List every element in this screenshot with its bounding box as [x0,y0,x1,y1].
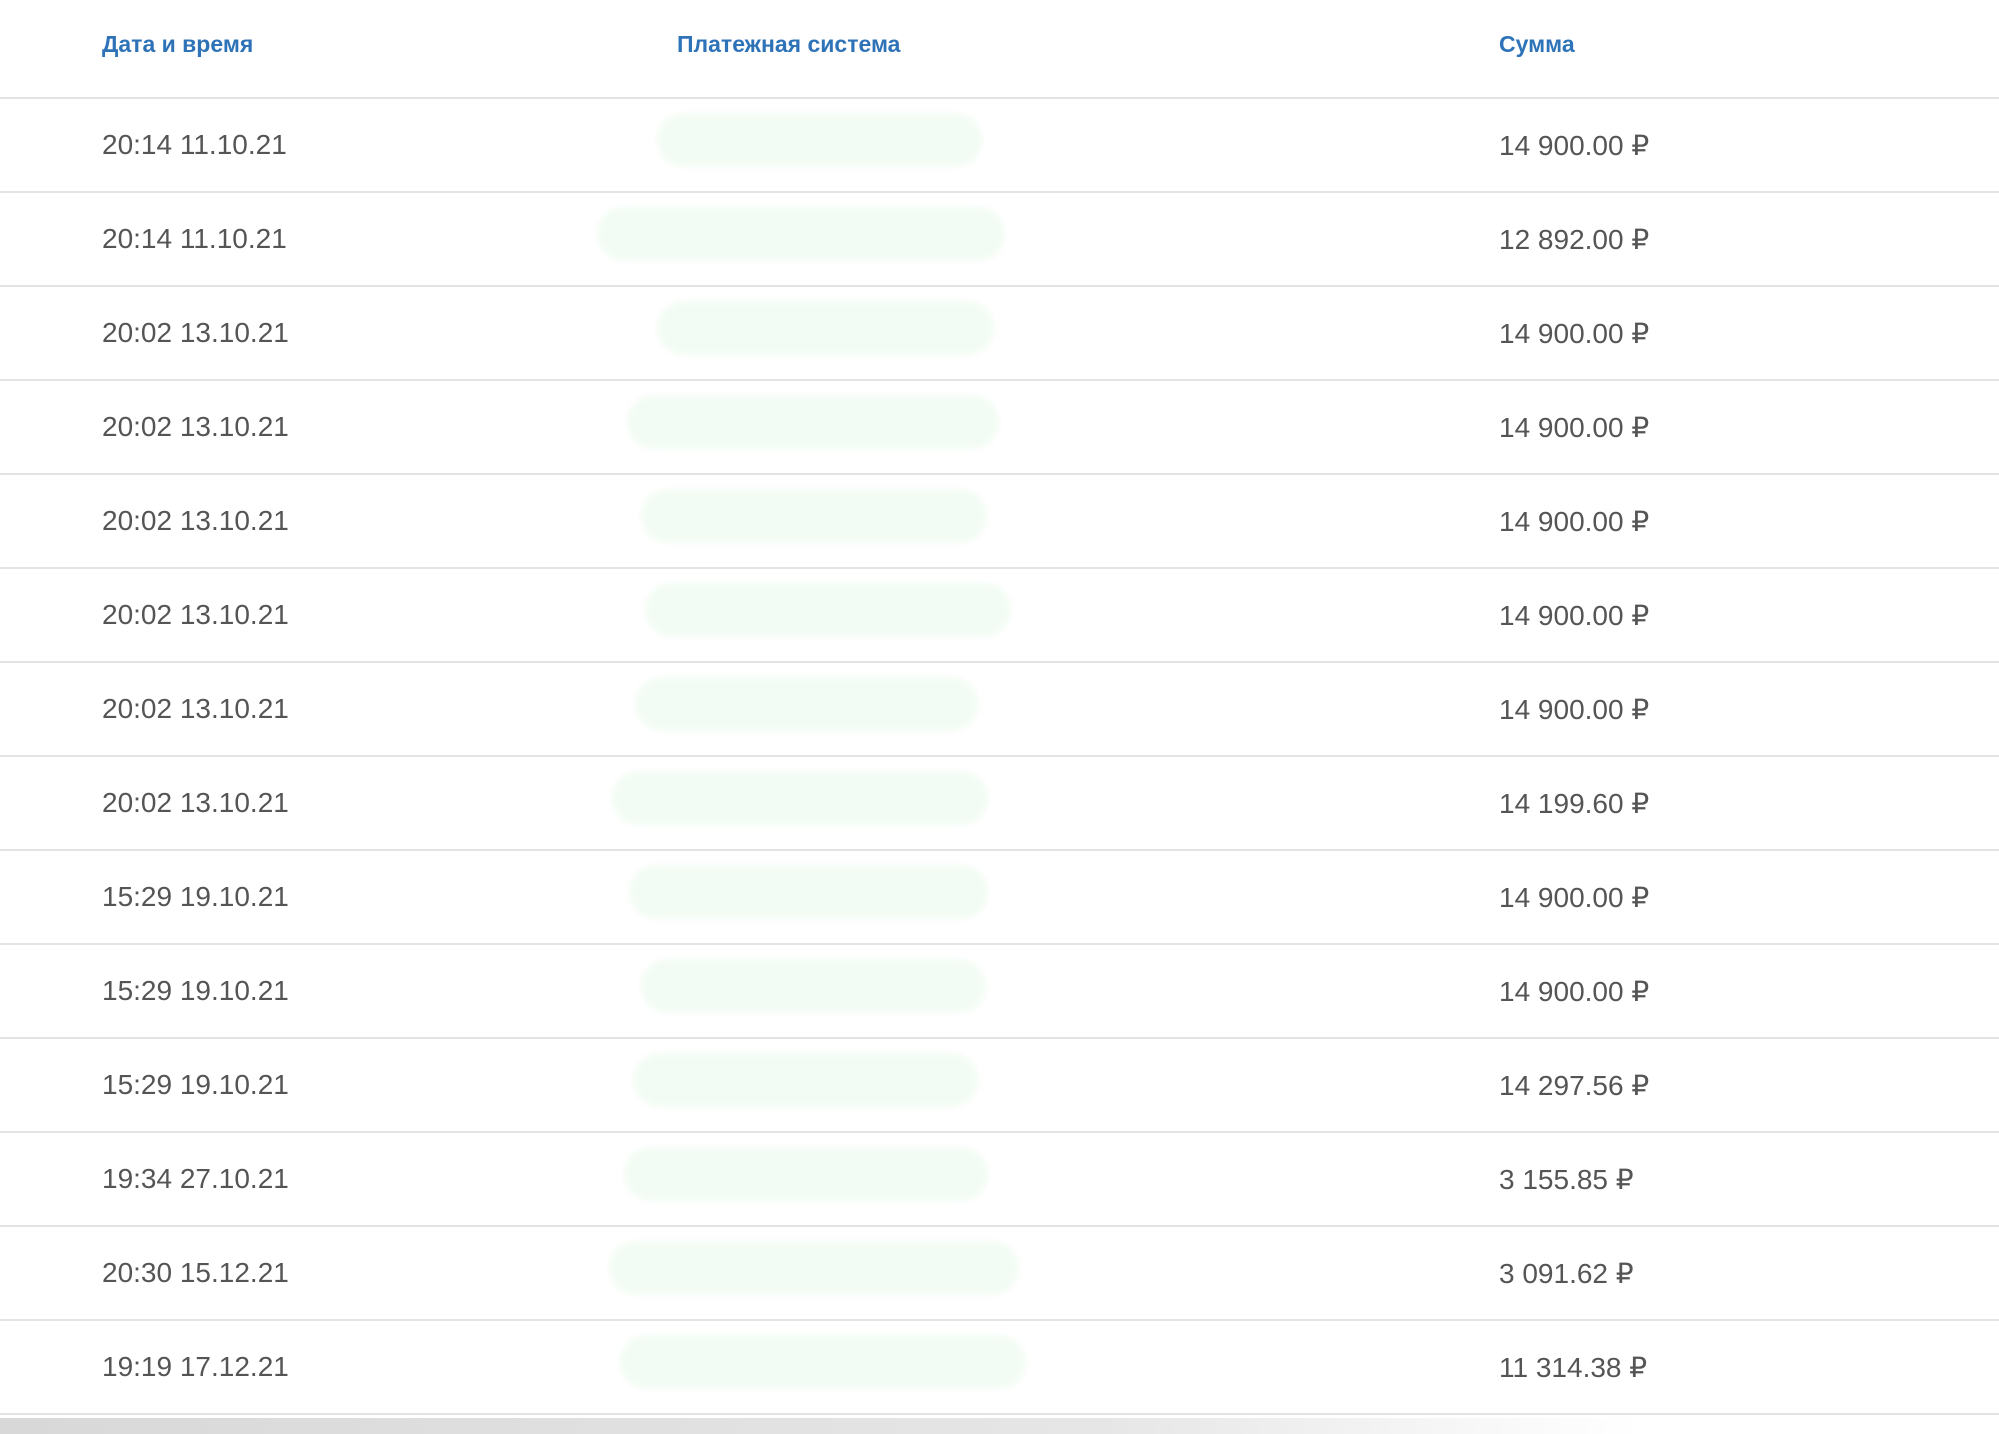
table-row: 20:02 13.10.21 14 199.60 ₽ [0,757,1999,851]
cell-payment-system-redacted [641,489,987,543]
cell-date: 15:29 19.10.21 [102,1069,289,1100]
cell-payment-system-redacted [629,865,988,919]
cell-payment-system-redacted [633,1053,978,1107]
table-body: 20:14 11.10.21 14 900.00 ₽ 20:14 11.10.21 1… [0,99,1999,1415]
cell-amount: 12 892.00 ₽ [1499,224,1650,255]
cell-amount: 14 900.00 ₽ [1499,506,1650,537]
table-row: 20:02 13.10.21 14 900.00 ₽ [0,475,1999,569]
cell-date: 20:30 15.12.21 [102,1257,289,1288]
table-row: 20:02 13.10.21 14 900.00 ₽ [0,663,1999,757]
cell-amount: 14 900.00 ₽ [1499,882,1650,913]
cell-date: 15:29 19.10.21 [102,975,289,1006]
cell-amount: 14 900.00 ₽ [1499,976,1650,1007]
table-row: 20:02 13.10.21 14 900.00 ₽ [0,381,1999,475]
cell-payment-system-redacted [597,207,1005,261]
cell-date: 20:02 13.10.21 [102,787,289,818]
table-header: Дата и время Платежная система Сумма [0,0,1999,99]
cell-date: 20:02 13.10.21 [102,599,289,630]
table-row: 15:29 19.10.21 14 900.00 ₽ [0,851,1999,945]
cell-date: 20:02 13.10.21 [102,317,289,348]
cell-date: 15:29 19.10.21 [102,881,289,912]
cell-payment-system-redacted [657,301,994,355]
cell-amount: 14 900.00 ₽ [1499,694,1650,725]
cell-date: 20:02 13.10.21 [102,693,289,724]
table-row: 20:14 11.10.21 12 892.00 ₽ [0,193,1999,287]
cell-payment-system-redacted [609,1241,1019,1295]
cell-amount: 3 155.85 ₽ [1499,1164,1634,1195]
cell-date: 19:34 27.10.21 [102,1163,289,1194]
column-header-amount[interactable]: Сумма [1499,31,1575,58]
cell-payment-system-redacted [620,1335,1026,1389]
table-row: 20:02 13.10.21 14 900.00 ₽ [0,287,1999,381]
table-row: 15:29 19.10.21 14 297.56 ₽ [0,1039,1999,1133]
table-row: 20:02 13.10.21 14 900.00 ₽ [0,569,1999,663]
cell-amount: 14 900.00 ₽ [1499,318,1650,349]
cell-amount: 14 297.56 ₽ [1499,1070,1650,1101]
cell-payment-system-redacted [624,1147,988,1201]
cell-payment-system-redacted [641,959,986,1013]
cell-amount: 14 900.00 ₽ [1499,600,1650,631]
cell-amount: 14 199.60 ₽ [1499,788,1650,819]
cell-amount: 11 314.38 ₽ [1499,1352,1648,1383]
table-row: 19:19 17.12.21 11 314.38 ₽ [0,1321,1999,1415]
cell-date: 20:14 11.10.21 [102,223,287,254]
scroll-shadow [0,1418,1999,1434]
column-header-date[interactable]: Дата и время [102,31,253,58]
column-header-payment-system[interactable]: Платежная система [677,31,900,58]
cell-payment-system-redacted [612,771,988,825]
cell-date: 20:14 11.10.21 [102,129,287,160]
table-row: 20:14 11.10.21 14 900.00 ₽ [0,99,1999,193]
cell-date: 19:19 17.12.21 [102,1351,289,1382]
table-row: 19:34 27.10.21 3 155.85 ₽ [0,1133,1999,1227]
cell-payment-system-redacted [657,113,982,167]
table-row: 15:29 19.10.21 14 900.00 ₽ [0,945,1999,1039]
cell-amount: 14 900.00 ₽ [1499,412,1650,443]
cell-amount: 3 091.62 ₽ [1499,1258,1634,1289]
cell-payment-system-redacted [645,583,1011,637]
cell-payment-system-redacted [627,395,999,449]
cell-date: 20:02 13.10.21 [102,411,289,442]
payments-table: Дата и время Платежная система Сумма 20:… [0,0,1999,1415]
cell-date: 20:02 13.10.21 [102,505,289,536]
cell-amount: 14 900.00 ₽ [1499,130,1650,161]
cell-payment-system-redacted [635,677,978,731]
table-row: 20:30 15.12.21 3 091.62 ₽ [0,1227,1999,1321]
